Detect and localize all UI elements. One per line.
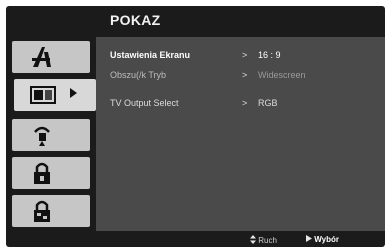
lock-icon <box>12 157 72 189</box>
speaker-icon <box>12 119 72 151</box>
tab-others[interactable] <box>12 195 90 227</box>
lock-settings-icon <box>12 195 72 227</box>
tab-audio[interactable] <box>12 119 90 151</box>
move-hint: Ruch <box>250 235 277 245</box>
select-hint: Wybór <box>306 235 339 244</box>
tab-screen[interactable] <box>14 79 96 111</box>
tab-disc[interactable] <box>12 41 90 73</box>
option-value[interactable]: Widescreen <box>258 70 306 80</box>
pointer-icon: > <box>242 70 248 80</box>
footer-hint-bar: Ruch Wybór <box>6 231 385 247</box>
right-arrow-icon <box>306 235 312 242</box>
option-value[interactable]: RGB <box>258 98 278 108</box>
page-title: POKAZ <box>110 12 161 28</box>
pointer-icon: > <box>242 50 248 60</box>
option-label: Obszu(/k Tryb <box>110 70 167 80</box>
option-value[interactable]: 16 : 9 <box>258 50 281 60</box>
select-hint-label: Wybór <box>314 235 339 244</box>
selected-tab-arrow-icon <box>70 88 77 98</box>
settings-panel <box>96 37 385 231</box>
screen-icon <box>14 79 74 111</box>
option-label: Ustawienia Ekranu <box>110 50 191 60</box>
updown-arrows-icon <box>250 235 256 244</box>
move-hint-label: Ruch <box>258 236 277 245</box>
pointer-icon: > <box>242 98 248 108</box>
setup-menu-frame: POKAZ Ustawienia Ekranu > 16: 9 Obszu(/… <box>6 6 385 247</box>
dvd-disc-icon <box>12 41 72 73</box>
tab-lock[interactable] <box>12 157 90 189</box>
option-label: TV Output Select <box>110 98 179 108</box>
category-sidebar <box>6 37 96 231</box>
